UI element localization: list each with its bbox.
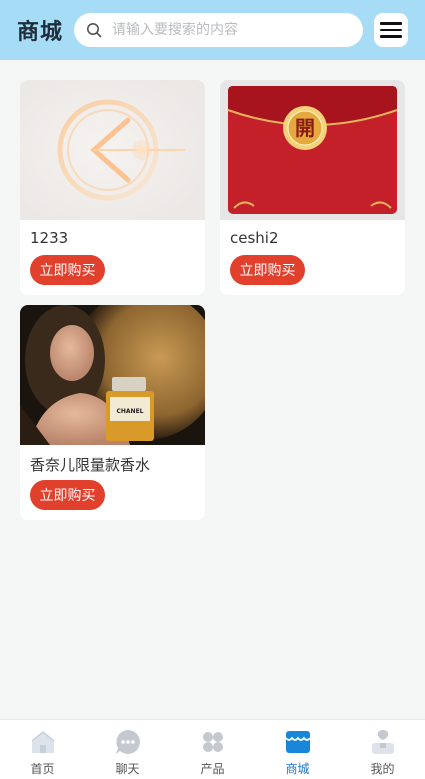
product-card[interactable]: 開 ceshi2 立即购买 <box>220 80 405 295</box>
tab-label: 首页 <box>30 762 55 776</box>
product-image[interactable]: 開 <box>220 80 405 220</box>
perfume-label-text: CHANEL <box>116 408 143 415</box>
shop-icon <box>284 729 311 755</box>
product-card[interactable]: 1233 立即购买 <box>20 80 205 295</box>
home-icon <box>30 729 56 755</box>
buy-now-button[interactable]: 立即购买 <box>230 255 305 285</box>
tab-profile[interactable]: 我的 <box>340 720 425 779</box>
search-icon <box>87 23 102 38</box>
product-name: ceshi2 <box>230 229 279 247</box>
product-image[interactable] <box>20 80 205 220</box>
product-name: 香奈儿限量款香水 <box>30 456 151 474</box>
menu-icon-bar <box>380 22 402 25</box>
products-icon <box>200 729 226 755</box>
search-box[interactable] <box>74 13 363 47</box>
menu-icon-bar <box>380 35 402 38</box>
tab-label: 商城 <box>285 762 310 776</box>
page-title: 商城 <box>17 19 64 44</box>
tab-home[interactable]: 首页 <box>0 720 85 779</box>
tab-products[interactable]: 产品 <box>170 720 255 779</box>
menu-button[interactable] <box>374 13 408 47</box>
tab-shop[interactable]: 商城 <box>255 720 340 779</box>
product-image[interactable]: CHANEL <box>20 305 205 445</box>
product-name: 1233 <box>30 229 69 247</box>
tab-label: 聊天 <box>115 762 140 776</box>
search-input[interactable] <box>112 22 332 38</box>
tab-label: 产品 <box>200 762 225 776</box>
red-envelope-seal-text: 開 <box>295 116 315 140</box>
tab-label: 我的 <box>370 762 395 776</box>
menu-icon-bar <box>380 28 402 32</box>
product-card[interactable]: CHANEL 香奈儿限量款香水 立即购买 <box>20 305 205 520</box>
chat-icon <box>115 729 141 755</box>
header: 商城 <box>0 0 425 60</box>
tab-chat[interactable]: 聊天 <box>85 720 170 779</box>
buy-now-button[interactable]: 立即购买 <box>30 255 105 285</box>
buy-now-button[interactable]: 立即购买 <box>30 480 105 510</box>
bottom-tab-bar: 首页 聊天 产品 商城 我的 <box>0 719 425 779</box>
profile-icon <box>370 729 396 755</box>
